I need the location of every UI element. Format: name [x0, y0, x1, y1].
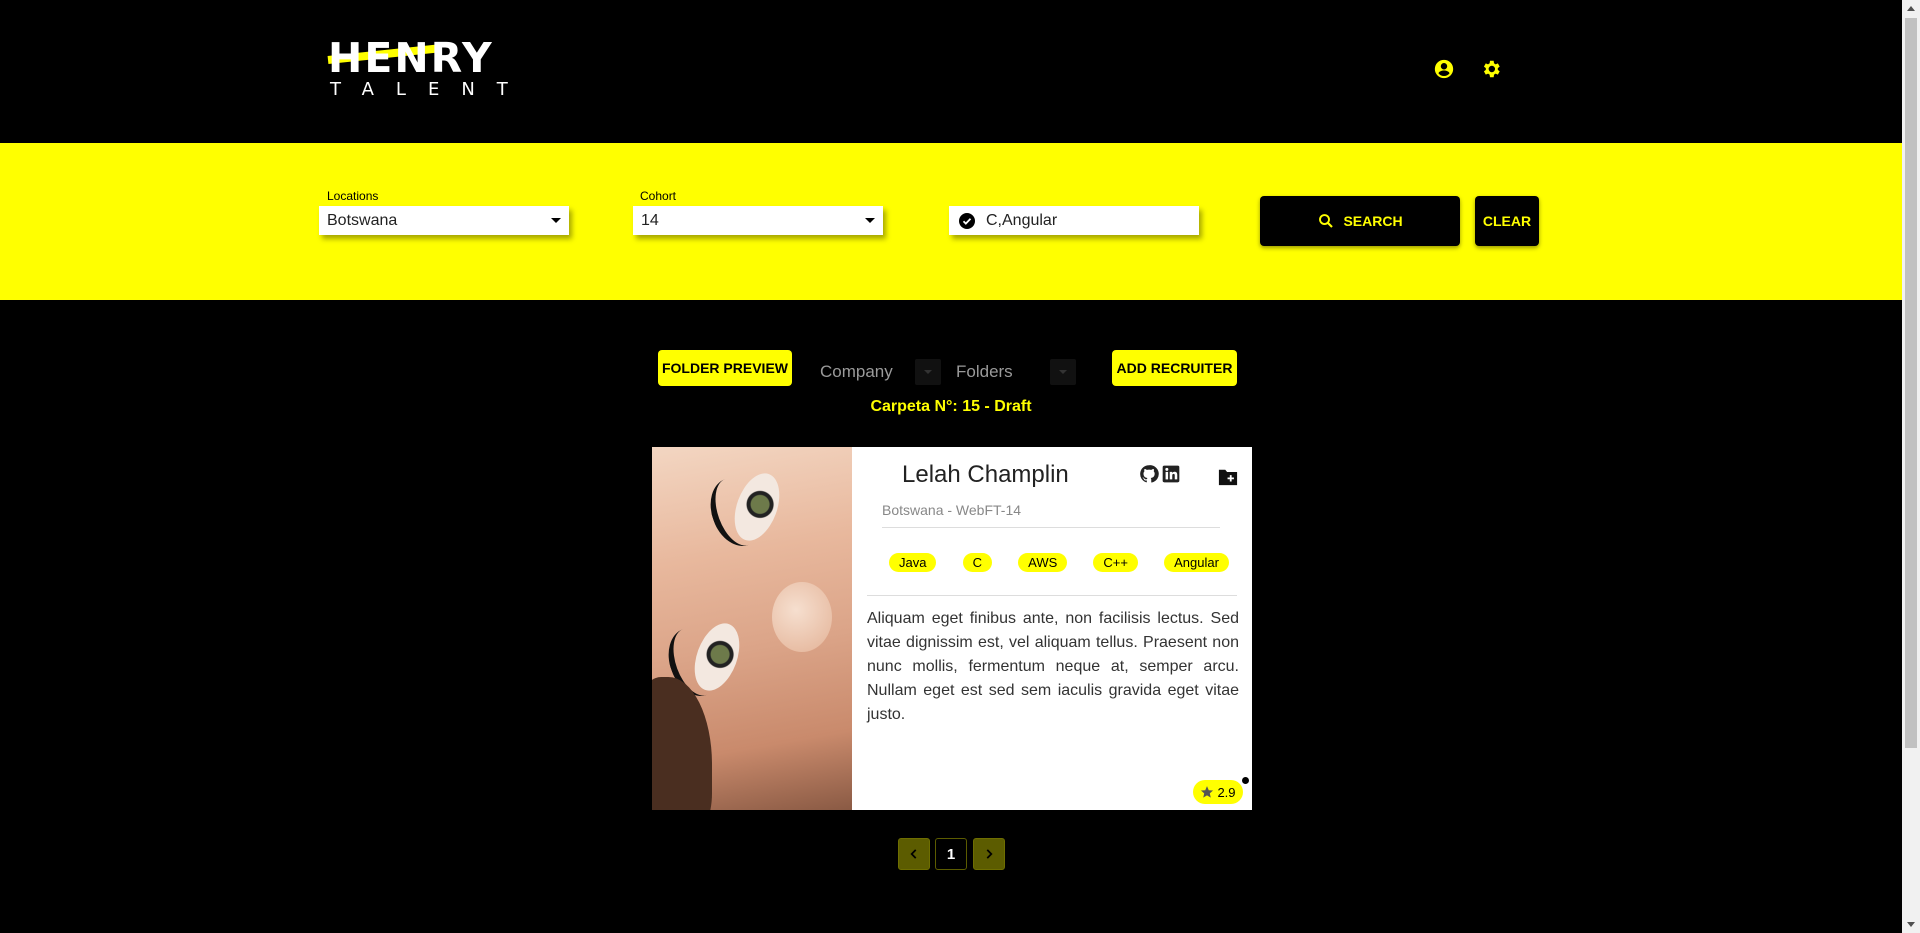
- tag: C: [962, 553, 992, 572]
- chevron-down-icon: [865, 218, 875, 223]
- technologies-value: C,Angular: [986, 212, 1058, 229]
- folders-select[interactable]: [1050, 359, 1076, 385]
- folder-add-icon[interactable]: [1217, 467, 1239, 487]
- locations-label: Locations: [327, 189, 379, 203]
- folders-label: Folders: [956, 362, 1013, 381]
- rating-value: 2.9: [1217, 784, 1236, 800]
- cohort-select[interactable]: 14: [633, 206, 883, 235]
- github-icon[interactable]: [1139, 464, 1159, 484]
- linkedin-icon[interactable]: [1161, 464, 1181, 484]
- add-recruiter-label: ADD RECRUITER: [1116, 360, 1233, 376]
- company-label: Company: [820, 362, 893, 381]
- locations-select[interactable]: Botswana: [319, 206, 569, 235]
- account-circle-icon[interactable]: [1433, 58, 1455, 80]
- page-number-button[interactable]: 1: [935, 838, 967, 870]
- settings-gear-icon[interactable]: [1480, 58, 1502, 80]
- card-divider: [882, 527, 1220, 528]
- company-select[interactable]: [915, 359, 941, 385]
- candidate-card[interactable]: Lelah Champlin Botswana - WebFT-14 Java …: [652, 447, 1252, 810]
- check-circle-icon: [959, 213, 975, 229]
- technology-tags: Java C AWS C++ Angular: [889, 553, 1229, 572]
- folder-status-text: Carpeta N°: 15 - Draft: [870, 398, 1032, 415]
- scroll-down-icon[interactable]: [1907, 922, 1915, 927]
- candidate-description: Aliquam eget finibus ante, non facilisis…: [867, 610, 1239, 723]
- rating-badge: 2.9: [1193, 780, 1243, 804]
- status-dot: [1242, 777, 1249, 784]
- candidate-name: Lelah Champlin: [902, 461, 1069, 488]
- tag: Java: [889, 553, 937, 572]
- search-button-label: SEARCH: [1343, 213, 1403, 229]
- chevron-right-icon: [986, 849, 993, 859]
- cohort-label: Cohort: [640, 189, 677, 203]
- top-header: HENRY TALENT: [0, 0, 1902, 143]
- search-button[interactable]: SEARCH: [1260, 196, 1460, 246]
- folder-preview-button[interactable]: FOLDER PREVIEW: [658, 350, 792, 386]
- clear-button-label: CLEAR: [1482, 213, 1532, 229]
- next-page-button[interactable]: [973, 838, 1005, 870]
- page-scrollbar[interactable]: [1902, 0, 1920, 933]
- henry-talent-logo[interactable]: HENRY TALENT: [327, 34, 530, 102]
- chevron-left-icon: [910, 849, 917, 859]
- scrollbar-thumb[interactable]: [1905, 18, 1917, 748]
- candidate-photo: [652, 447, 852, 810]
- scroll-up-icon[interactable]: [1907, 6, 1915, 11]
- tag: Angular: [1164, 553, 1229, 572]
- clear-button[interactable]: CLEAR: [1475, 196, 1539, 246]
- technologies-input[interactable]: C,Angular: [949, 206, 1199, 235]
- candidate-location-cohort: Botswana - WebFT-14: [882, 502, 1022, 518]
- cohort-value: 14: [641, 212, 659, 229]
- social-links: [1139, 464, 1181, 484]
- chevron-down-icon: [551, 218, 561, 223]
- tag: C++: [1093, 553, 1138, 572]
- previous-page-button[interactable]: [898, 838, 930, 870]
- star-icon: [1201, 786, 1214, 798]
- card-divider: [867, 595, 1237, 596]
- folder-preview-label: FOLDER PREVIEW: [661, 360, 788, 376]
- search-icon: [1319, 214, 1334, 228]
- tag: AWS: [1018, 553, 1068, 572]
- add-recruiter-button[interactable]: ADD RECRUITER: [1112, 350, 1237, 386]
- logo-sub-text: TALENT: [330, 79, 530, 100]
- logo-main-text: HENRY: [328, 34, 494, 82]
- locations-value: Botswana: [327, 212, 398, 229]
